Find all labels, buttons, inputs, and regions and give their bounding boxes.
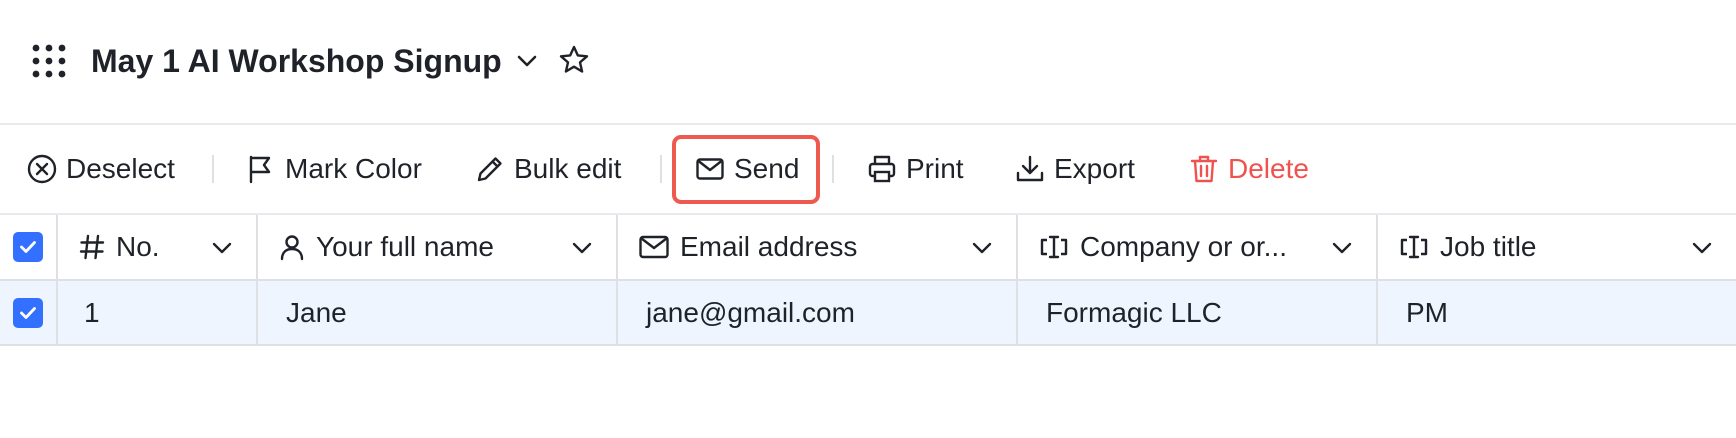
- printer-icon: [868, 155, 896, 183]
- bulk-edit-label: Bulk edit: [514, 153, 622, 184]
- cell-company[interactable]: Formagic LLC: [1018, 281, 1378, 344]
- send-label: Send: [734, 153, 800, 184]
- column-header-company[interactable]: Company or or...: [1018, 215, 1378, 279]
- selection-toolbar: Deselect Mark Color Bulk edit Send Print: [0, 125, 1736, 215]
- mark-color-button[interactable]: Mark Color: [245, 125, 422, 213]
- column-header-label: Your full name: [316, 231, 494, 262]
- checkmark-icon: [20, 241, 36, 253]
- export-label: Export: [1054, 153, 1135, 184]
- download-icon: [1016, 155, 1044, 182]
- page-title: May 1 AI Workshop Signup: [91, 43, 502, 79]
- cell-full-name[interactable]: Jane: [258, 281, 618, 344]
- table-header-row: No. Your full name Email address Company…: [0, 215, 1736, 281]
- cell-no[interactable]: 1: [58, 281, 258, 344]
- cell-value: PM: [1406, 296, 1448, 328]
- table-row[interactable]: 1 Jane jane@gmail.com Formagic LLC PM: [0, 281, 1736, 346]
- row-checkbox[interactable]: [13, 297, 43, 328]
- chevron-down-icon[interactable]: [210, 236, 234, 260]
- pencil-icon: [477, 157, 502, 182]
- flag-icon: [249, 155, 271, 184]
- chevron-down-icon[interactable]: [570, 236, 594, 260]
- export-button[interactable]: Export: [1014, 125, 1135, 213]
- checkmark-icon: [20, 306, 36, 319]
- cell-value: Formagic LLC: [1046, 296, 1222, 328]
- mark-color-label: Mark Color: [285, 153, 422, 184]
- cell-job-title[interactable]: PM: [1378, 281, 1736, 344]
- deselect-button[interactable]: Deselect: [26, 125, 175, 213]
- cell-value: jane@gmail.com: [646, 296, 855, 328]
- column-header-label: No.: [116, 231, 160, 262]
- deselect-label: Deselect: [66, 153, 175, 184]
- cell-email[interactable]: jane@gmail.com: [618, 281, 1018, 344]
- print-label: Print: [906, 153, 964, 184]
- close-circle-icon: [27, 154, 57, 184]
- text-field-icon: [1040, 235, 1068, 259]
- bulk-edit-button[interactable]: Bulk edit: [474, 125, 621, 213]
- column-header-label: Company or or...: [1080, 231, 1287, 262]
- cell-value: 1: [84, 296, 100, 328]
- column-header-label: Email address: [680, 231, 858, 262]
- cell-value: Jane: [286, 296, 347, 328]
- mail-icon: [696, 158, 724, 180]
- chevron-down-icon[interactable]: [515, 49, 539, 73]
- chevron-down-icon[interactable]: [1330, 236, 1354, 260]
- text-field-icon: [1400, 235, 1428, 259]
- column-header-no[interactable]: No.: [58, 215, 258, 279]
- toolbar-divider: [660, 155, 662, 183]
- row-select-cell: [0, 281, 58, 344]
- column-header-full-name[interactable]: Your full name: [258, 215, 618, 279]
- delete-label: Delete: [1228, 153, 1309, 184]
- star-icon[interactable]: [558, 44, 590, 76]
- mail-icon: [639, 235, 669, 259]
- hash-icon: [79, 234, 105, 260]
- chevron-down-icon[interactable]: [970, 236, 994, 260]
- person-icon: [280, 235, 304, 261]
- trash-icon: [1190, 155, 1218, 183]
- toolbar-divider: [212, 155, 214, 183]
- column-header-email[interactable]: Email address: [618, 215, 1018, 279]
- select-all-cell: [0, 215, 58, 279]
- apps-grid-icon[interactable]: [32, 44, 66, 78]
- page-header: May 1 AI Workshop Signup: [0, 0, 1736, 125]
- select-all-checkbox[interactable]: [13, 232, 43, 262]
- delete-button[interactable]: Delete: [1188, 125, 1309, 213]
- toolbar-divider: [832, 155, 834, 183]
- send-button[interactable]: Send: [694, 125, 799, 213]
- column-header-job-title[interactable]: Job title: [1378, 215, 1736, 279]
- chevron-down-icon[interactable]: [1690, 236, 1714, 260]
- print-button[interactable]: Print: [866, 125, 964, 213]
- column-header-label: Job title: [1440, 231, 1537, 262]
